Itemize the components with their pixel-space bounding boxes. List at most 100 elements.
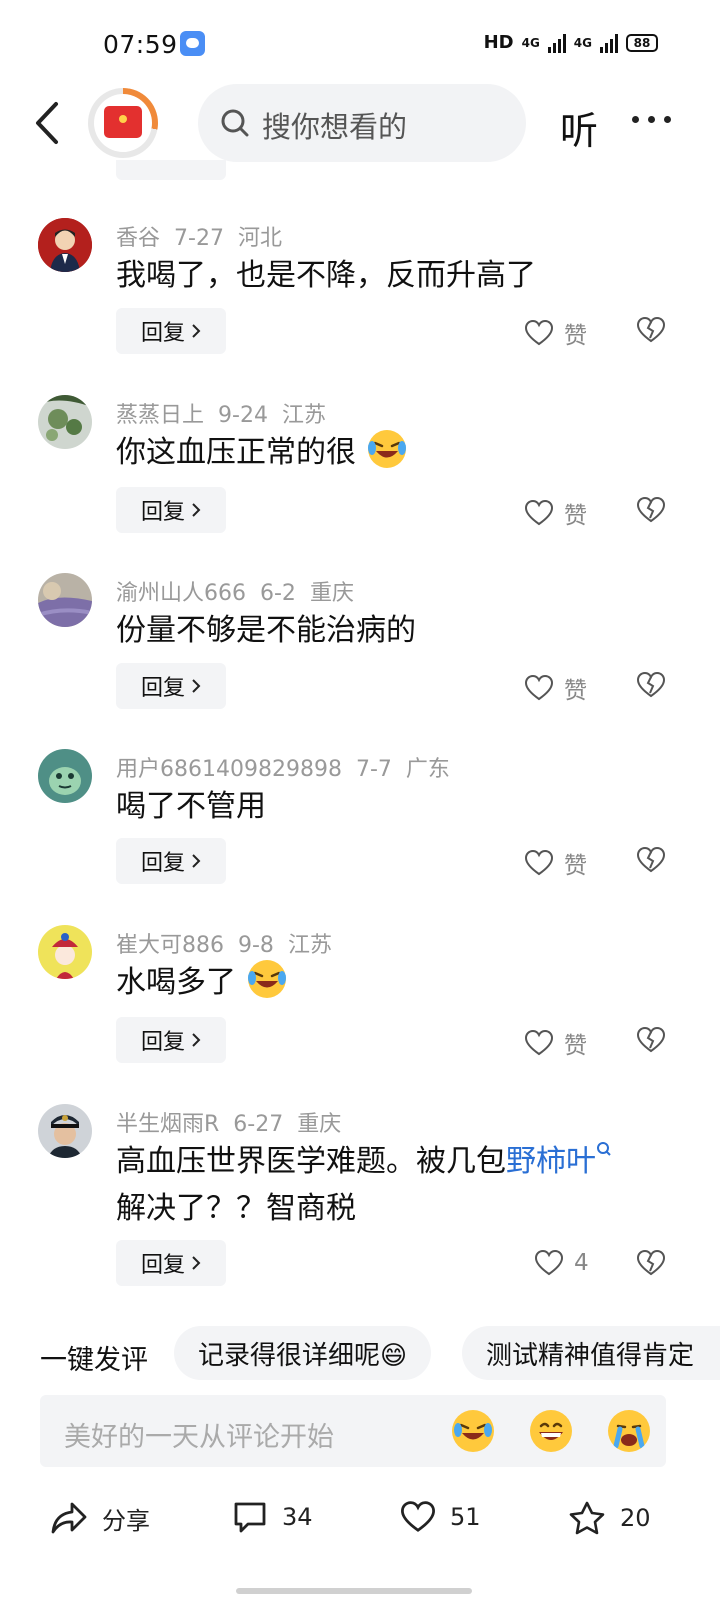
comments-button[interactable]: 34 [232, 1500, 313, 1534]
heart-icon [524, 674, 554, 701]
hd-indicator: HD [483, 32, 514, 53]
comment-date: 7-27 [174, 226, 224, 251]
comment-input[interactable]: 美好的一天从评论开始 [40, 1395, 666, 1467]
quick-reply-chip[interactable]: 测试精神值得肯定 [462, 1326, 720, 1380]
like-label: 赞 [564, 323, 587, 349]
partial-reply-button[interactable] [116, 160, 226, 180]
like-button[interactable]: 赞 [524, 496, 587, 530]
like-label: 赞 [564, 1033, 587, 1059]
comment-meta: 崔大可886 9-8 江苏 [116, 927, 346, 959]
reply-button[interactable]: 回复 [116, 1240, 226, 1286]
comment-username[interactable]: 用户6861409829898 [116, 757, 342, 782]
comment-text-content: 水喝多了 [116, 965, 236, 1000]
comment-region: 江苏 [281, 403, 326, 428]
comment-text: 我喝了，也是不降，反而升高了 [116, 258, 536, 293]
comment-text: 喝了不管用 [116, 789, 266, 824]
reply-button[interactable]: 回复 [116, 838, 226, 884]
comment-icon [234, 1502, 266, 1533]
search-bar[interactable]: 搜你想看的 [198, 84, 526, 162]
like-article-button[interactable]: 51 [400, 1500, 481, 1534]
laughing-crying-emoji-icon [367, 430, 406, 468]
status-indicators: HD 4G 4G 88 [484, 32, 658, 53]
like-button[interactable]: 赞 [524, 846, 587, 880]
dislike-button[interactable] [636, 671, 666, 703]
avatar[interactable] [38, 573, 92, 627]
like-button[interactable]: 赞 [524, 671, 587, 705]
grinning-emoji-icon[interactable] [530, 1410, 572, 1452]
avatar[interactable] [38, 218, 92, 272]
comment-input-placeholder: 美好的一天从评论开始 [64, 1422, 334, 1453]
heart-icon [524, 849, 554, 876]
dislike-button[interactable] [636, 1026, 666, 1058]
red-packet-logo-icon[interactable] [88, 88, 158, 158]
like-label: 赞 [564, 853, 587, 879]
like-button[interactable]: 4 [534, 1249, 589, 1277]
reply-button[interactable]: 回复 [116, 487, 226, 533]
quick-reply-label: 一键发评 [40, 1345, 148, 1376]
comment-text-line2: 解决了？？智商税 [116, 1191, 356, 1226]
search-keyword-link[interactable]: 野柿叶 [506, 1144, 596, 1179]
comment-username[interactable]: 渝州山人666 [116, 581, 246, 606]
dislike-button[interactable] [636, 496, 666, 528]
dislike-button[interactable] [636, 846, 666, 878]
comment-username[interactable]: 半生烟雨R [116, 1112, 219, 1137]
reply-label: 回复 [140, 676, 185, 701]
reply-label: 回复 [140, 500, 185, 525]
quick-reply-chip[interactable]: 记录得很详细呢😄 [174, 1326, 432, 1380]
reply-button[interactable]: 回复 [116, 663, 226, 709]
broken-heart-icon [636, 846, 666, 873]
favorite-button[interactable]: 20 [568, 1500, 651, 1536]
broken-heart-icon [636, 1249, 666, 1276]
avatar[interactable] [38, 395, 92, 449]
like-button[interactable]: 赞 [524, 316, 587, 350]
comment-text: 你这血压正常的很 [116, 426, 408, 480]
chevron-right-icon [192, 1256, 201, 1270]
battery-icon: 88 [626, 33, 658, 52]
broken-heart-icon [636, 1026, 666, 1053]
reply-label: 回复 [140, 321, 185, 346]
comment-meta: 渝州山人666 6-2 重庆 [116, 575, 368, 607]
more-options-icon[interactable] [632, 116, 672, 126]
signal-icon [547, 33, 566, 53]
network-type-1: 4G [521, 35, 540, 50]
reply-button[interactable]: 回复 [116, 1017, 226, 1063]
comment-text-line1: 高血压世界医学难题。被几包 [116, 1144, 506, 1179]
share-button[interactable]: 分享 [50, 1500, 150, 1536]
like-count: 4 [574, 1250, 589, 1276]
search-icon [221, 109, 249, 137]
search-placeholder: 搜你想看的 [262, 110, 408, 144]
comment-username[interactable]: 蒸蒸日上 [116, 403, 204, 428]
signal-icon-2 [600, 33, 618, 53]
dislike-button[interactable] [636, 316, 666, 348]
laughing-crying-emoji-icon[interactable] [452, 1410, 494, 1452]
broken-heart-icon [636, 671, 666, 698]
reply-label: 回复 [140, 1253, 185, 1278]
comment-meta: 用户6861409829898 7-7 广东 [116, 751, 464, 783]
like-button[interactable]: 赞 [524, 1026, 587, 1060]
avatar[interactable] [38, 1104, 92, 1158]
status-time: 07:59 [103, 30, 178, 59]
comment-region: 广东 [405, 757, 450, 782]
reply-label: 回复 [140, 1030, 185, 1055]
listen-button[interactable]: 听 [560, 100, 598, 155]
back-button[interactable] [30, 100, 64, 146]
comment-username[interactable]: 香谷 [116, 226, 160, 251]
comment-username[interactable]: 崔大可886 [116, 933, 224, 958]
heart-icon [534, 1249, 564, 1276]
share-icon [51, 1502, 87, 1534]
chevron-right-icon [192, 854, 201, 868]
reply-button[interactable]: 回复 [116, 308, 226, 354]
comment-date: 9-24 [218, 403, 268, 428]
chevron-right-icon [192, 503, 201, 517]
dislike-button[interactable] [636, 1249, 666, 1281]
star-icon [569, 1501, 605, 1535]
avatar[interactable] [38, 749, 92, 803]
comment-region: 江苏 [287, 933, 332, 958]
comment-region: 重庆 [297, 1112, 342, 1137]
avatar[interactable] [38, 925, 92, 979]
home-indicator[interactable] [236, 1588, 472, 1594]
crying-emoji-icon[interactable] [608, 1410, 650, 1452]
heart-icon [401, 1501, 435, 1532]
heart-icon [524, 1029, 554, 1056]
status-bar: 07:59 HD 4G 4G 88 [0, 0, 720, 88]
